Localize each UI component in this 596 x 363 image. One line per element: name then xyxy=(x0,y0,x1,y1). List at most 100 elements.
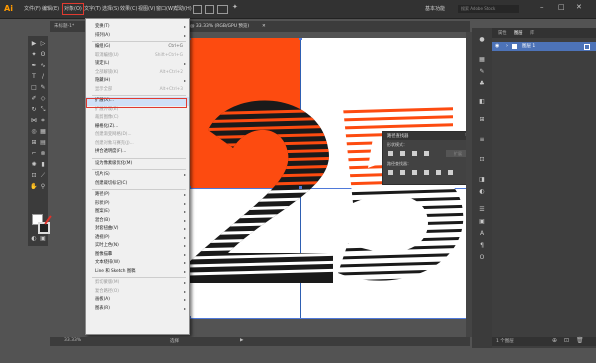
bridge-icon[interactable] xyxy=(193,5,202,14)
type-tool-icon[interactable]: T xyxy=(30,73,38,81)
new-layer-icon[interactable]: ⊕ xyxy=(552,337,557,344)
pen-tool-icon[interactable]: ✒ xyxy=(30,62,38,70)
object-menu-item[interactable]: 裁剪图像(C) xyxy=(86,114,189,123)
object-menu-item[interactable]: 全部解锁(K) Alt+Ctrl+2 xyxy=(86,69,189,78)
tab-close-icon[interactable]: ✕ xyxy=(262,22,266,31)
object-menu-item[interactable]: 切片(S) ▸ xyxy=(86,171,189,180)
magic-wand-tool-icon[interactable]: ✦ xyxy=(30,51,38,59)
symbols-panel-icon[interactable]: ♣ xyxy=(478,80,486,88)
hand-tool-icon[interactable]: ✋ xyxy=(30,183,38,191)
new-sublayer-icon[interactable]: ⊡ xyxy=(564,337,569,344)
delete-layer-icon[interactable]: 🗑 xyxy=(576,337,584,344)
minimize-icon[interactable]: – xyxy=(540,3,544,11)
workspace-switcher[interactable]: 基本功能 xyxy=(425,4,445,14)
color-panel-icon[interactable]: ● xyxy=(478,36,486,44)
gpu-icon[interactable]: ✦ xyxy=(232,3,238,11)
object-menu-item[interactable]: 画板(A) ▸ xyxy=(86,296,189,305)
object-menu-item[interactable]: 图案(E) ▸ xyxy=(86,208,189,217)
stroke-panel-icon[interactable]: ☰ xyxy=(478,206,486,214)
stock-search-input[interactable]: 搜索 Adobe Stock xyxy=(458,5,519,13)
divide-icon[interactable] xyxy=(388,170,393,175)
object-menu-item[interactable]: 锁定(L) ▸ xyxy=(86,60,189,69)
object-menu-item[interactable]: 创建对象马赛克(J)... xyxy=(86,140,189,149)
object-menu-item[interactable]: 排列(A) ▸ xyxy=(86,32,189,41)
draw-mode-icon[interactable]: ◐ xyxy=(30,235,38,243)
expand-layer-chevron-icon[interactable]: › xyxy=(506,43,508,49)
zoom-level[interactable]: 33.33% xyxy=(64,338,81,343)
column-graph-tool-icon[interactable]: ▮ xyxy=(39,161,47,169)
opentype-panel-icon[interactable]: O xyxy=(478,254,486,262)
object-menu-item[interactable]: 复合路径(O) ▸ xyxy=(86,288,189,297)
appearance-panel-icon[interactable]: ⊞ xyxy=(478,116,486,124)
transparency-panel-icon[interactable]: ◐ xyxy=(478,188,486,196)
menu-effect[interactable]: 效果(C) xyxy=(120,4,137,14)
object-menu-item[interactable]: 图像描摹 ▸ xyxy=(86,251,189,260)
object-menu-item[interactable]: 路径(P) ▸ xyxy=(86,191,189,200)
exclude-icon[interactable] xyxy=(424,151,429,156)
line-tool-icon[interactable]: / xyxy=(39,73,47,81)
paragraph-panel-icon[interactable]: ¶ xyxy=(478,242,486,250)
mesh-tool-icon[interactable]: ⊞ xyxy=(30,139,38,147)
stock-icon[interactable] xyxy=(205,5,214,14)
menu-select[interactable]: 选择(S) xyxy=(102,4,119,14)
menu-object[interactable]: 对象(O) xyxy=(62,3,84,15)
arrange-documents-icon[interactable] xyxy=(217,5,228,14)
object-menu-item[interactable]: 取消编组(U) Shift+Ctrl+G xyxy=(86,52,189,61)
layer-row[interactable]: ◉ › 图层 1 xyxy=(492,42,596,51)
close-icon[interactable]: ✕ xyxy=(576,3,582,11)
pathfinder-panel-icon[interactable]: ◨ xyxy=(478,176,486,184)
shape-builder-tool-icon[interactable]: ◎ xyxy=(30,128,38,136)
object-menu-item[interactable]: 透视(P) ▸ xyxy=(86,234,189,243)
object-menu-item[interactable]: 编组(G) Ctrl+G xyxy=(86,43,189,52)
artboard-tool-icon[interactable]: ⊡ xyxy=(30,172,38,180)
blend-tool-icon[interactable]: ⊗ xyxy=(39,150,47,158)
menu-view[interactable]: 视图(V) xyxy=(138,4,155,14)
tab-libraries[interactable]: 库 xyxy=(530,30,534,36)
object-menu-item[interactable]: 封套扭曲(V) ▸ xyxy=(86,225,189,234)
slice-tool-icon[interactable]: ⟋ xyxy=(39,172,47,180)
free-transform-tool-icon[interactable]: ⌗ xyxy=(39,117,47,125)
crop-icon[interactable] xyxy=(424,170,429,175)
width-tool-icon[interactable]: ⋈ xyxy=(30,117,38,125)
transform-panel-icon[interactable]: ⊡ xyxy=(478,156,486,164)
object-menu-item[interactable]: 栅格化(Z)... xyxy=(86,123,189,132)
layer-target-icon[interactable] xyxy=(584,44,590,50)
gradient-tool-icon[interactable]: ▤ xyxy=(39,139,47,147)
tab-document-active[interactable]: @ 33.33% (RGB/GPU 预览) xyxy=(190,22,249,31)
object-menu-item[interactable]: 剪切蒙版(M) ▸ xyxy=(86,279,189,288)
graphic-styles-icon[interactable]: ◧ xyxy=(478,98,486,106)
curvature-tool-icon[interactable]: ∿ xyxy=(39,62,47,70)
zoom-tool-icon[interactable]: ⚲ xyxy=(39,183,47,191)
visibility-eye-icon[interactable]: ◉ xyxy=(495,43,499,49)
outline-icon[interactable] xyxy=(436,170,441,175)
status-arrow-icon[interactable]: ▶ xyxy=(240,338,243,343)
direct-selection-tool-icon[interactable]: ▷ xyxy=(39,40,47,48)
minus-front-icon[interactable] xyxy=(400,151,405,156)
selection-tool-icon[interactable]: ▶ xyxy=(30,40,38,48)
menu-type[interactable]: 文字(T) xyxy=(84,4,101,14)
rotate-tool-icon[interactable]: ↻ xyxy=(30,106,38,114)
menu-window[interactable]: 窗口(W) xyxy=(156,4,175,14)
swatches-panel-icon[interactable]: ▦ xyxy=(478,56,486,64)
object-menu-item[interactable]: 图表(R) ▸ xyxy=(86,305,189,314)
merge-icon[interactable] xyxy=(412,170,417,175)
trim-icon[interactable] xyxy=(400,170,405,175)
scale-tool-icon[interactable]: ⤡ xyxy=(39,106,47,114)
object-menu-item[interactable]: 形状(P) ▸ xyxy=(86,200,189,209)
menu-edit[interactable]: 编辑(E) xyxy=(42,4,59,14)
maximize-icon[interactable]: □ xyxy=(558,3,565,11)
object-menu-item[interactable]: 隐藏(H) ▸ xyxy=(86,77,189,86)
object-menu-item[interactable]: 变换(T) ▸ xyxy=(86,23,189,32)
gradient-panel-icon[interactable]: ▣ xyxy=(478,218,486,226)
symbol-sprayer-tool-icon[interactable]: ✺ xyxy=(30,161,38,169)
eyedropper-tool-icon[interactable]: ⌐ xyxy=(30,150,38,158)
object-menu-item[interactable]: 创建渐变网格(D)... xyxy=(86,131,189,140)
unite-icon[interactable] xyxy=(388,151,393,156)
menu-help[interactable]: 帮助(H) xyxy=(174,4,192,14)
menu-file[interactable]: 文件(F) xyxy=(24,4,41,14)
rectangle-tool-icon[interactable]: □ xyxy=(30,84,38,92)
object-menu-item[interactable]: 混合(B) ▸ xyxy=(86,217,189,226)
object-menu-item[interactable]: 显示全部 Alt+Ctrl+3 xyxy=(86,86,189,95)
tab-layers[interactable]: 图层 xyxy=(514,30,523,36)
paintbrush-tool-icon[interactable]: ✎ xyxy=(39,84,47,92)
